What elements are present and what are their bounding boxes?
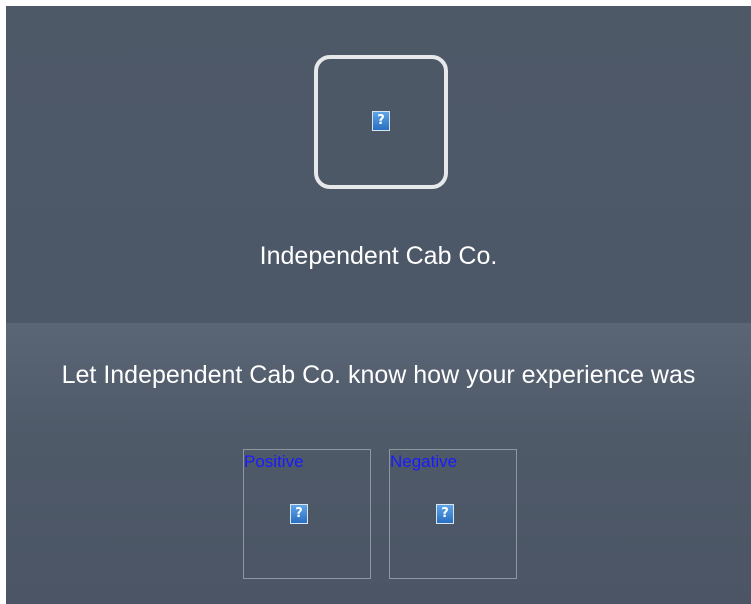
broken-image-icon: ? — [372, 111, 390, 131]
company-logo-frame: ? — [314, 55, 448, 189]
broken-image-icon: ? — [436, 504, 454, 524]
positive-feedback-button[interactable]: Positive ? — [243, 449, 371, 579]
feedback-prompt: Let Independent Cab Co. know how your ex… — [61, 361, 696, 389]
header-area: ? Independent Cab Co. — [6, 6, 751, 323]
company-name: Independent Cab Co. — [259, 242, 498, 270]
broken-image-icon: ? — [290, 504, 308, 524]
feedback-page: ? Independent Cab Co. Let Independent Ca… — [0, 0, 751, 604]
positive-label[interactable]: Positive — [244, 452, 304, 472]
negative-label[interactable]: Negative — [390, 452, 457, 472]
negative-feedback-button[interactable]: Negative ? — [389, 449, 517, 579]
